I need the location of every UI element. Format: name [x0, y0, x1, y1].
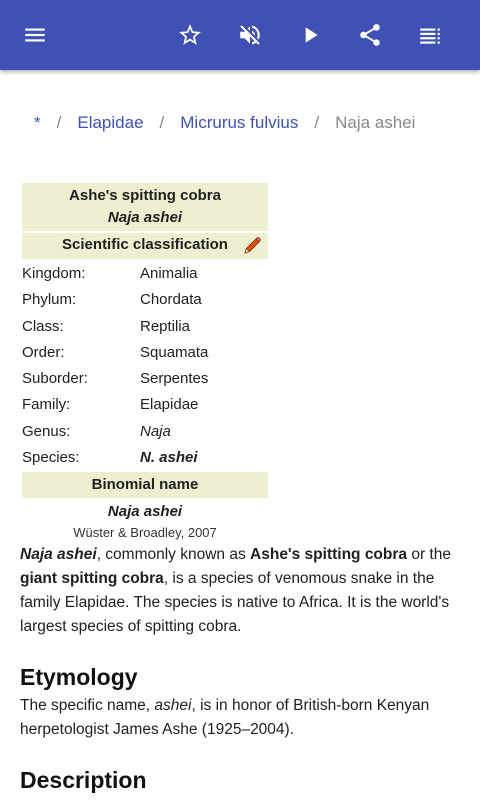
- classification-row: Order: Squamata: [22, 340, 268, 366]
- alternate-name: giant spitting cobra: [20, 570, 164, 587]
- rank-value: Serpentes: [140, 370, 209, 388]
- taxobox-header: Ashe's spitting cobra Naja ashei: [22, 183, 268, 231]
- common-name: Ashe's spitting cobra: [250, 546, 408, 563]
- classification-title: Scientific classification: [62, 236, 228, 253]
- species-name: Naja ashei: [20, 546, 97, 563]
- classification-row: Phylum: Chordata: [22, 287, 268, 313]
- classification-row: Kingdom: Animalia: [22, 261, 268, 287]
- rank-label: Class:: [22, 317, 64, 335]
- rank-label: Phylum:: [22, 291, 77, 309]
- intro-text: , commonly known as: [96, 546, 251, 563]
- breadcrumb-link-micrurus[interactable]: Micrurus fulvius: [180, 113, 298, 133]
- rank-value: Elapidae: [140, 396, 199, 414]
- rank-value: Squamata: [140, 343, 209, 361]
- rank-label: Order:: [22, 343, 65, 361]
- menu-button[interactable]: [15, 15, 55, 55]
- etymology-epithet: ashei: [154, 697, 192, 714]
- rank-label: Suborder:: [22, 370, 88, 388]
- taxobox-latin-name: Naja ashei: [107, 209, 183, 226]
- share-button[interactable]: [350, 15, 390, 55]
- breadcrumb-link-elapidae[interactable]: Elapidae: [77, 113, 143, 133]
- rank-label: Kingdom:: [22, 265, 86, 282]
- mute-button[interactable]: [230, 15, 270, 55]
- rank-label: Family:: [22, 396, 71, 414]
- etymology-paragraph: The specific name, ashei, is in honor of…: [20, 694, 465, 742]
- star-icon: [179, 24, 201, 45]
- breadcrumb: * / Elapidae / Micrurus fulvius / Naja ashei: [34, 113, 415, 133]
- section-heading-description: Description: [20, 767, 147, 793]
- edit-pencil-icon[interactable]: [242, 236, 262, 256]
- classification-row: Class: Reptilia: [22, 314, 268, 340]
- top-app-bar: [0, 0, 480, 70]
- rank-value: Reptilia: [140, 317, 191, 335]
- rank-label: Species:: [22, 449, 80, 467]
- menu-icon: [25, 28, 45, 42]
- taxobox-title: Ashe's spitting cobra: [69, 187, 221, 204]
- breadcrumb-separator: /: [56, 113, 62, 132]
- classification-row: Species: N. ashei: [22, 445, 268, 471]
- classification-header: Scientific classification: [22, 233, 268, 259]
- rank-value: Chordata: [140, 291, 202, 309]
- breadcrumb-link-root[interactable]: *: [34, 113, 41, 133]
- etymology-text: The specific name,: [20, 697, 155, 714]
- mute-icon: [240, 25, 260, 45]
- binomial-name: Naja ashei: [107, 503, 183, 521]
- favorite-button[interactable]: [170, 15, 210, 55]
- intro-text: or the: [407, 546, 451, 563]
- section-heading-etymology: Etymology: [20, 664, 138, 690]
- intro-paragraph: Naja ashei, commonly known as Ashe's spi…: [20, 543, 465, 639]
- taxobox: Ashe's spitting cobra Naja ashei Scienti…: [22, 183, 268, 544]
- rank-value: Animalia: [140, 265, 198, 282]
- classification-row: Family: Elapidae: [22, 392, 268, 418]
- playlist-icon: [420, 28, 440, 44]
- classification-row: Genus: Naja: [22, 419, 268, 445]
- breadcrumb-current: Naja ashei: [335, 113, 416, 132]
- rank-value: Naja: [140, 422, 171, 440]
- binomial-authority: Wüster & Broadley, 2007: [73, 525, 217, 541]
- share-icon: [360, 24, 380, 46]
- breadcrumb-separator: /: [314, 113, 320, 132]
- play-button[interactable]: [290, 15, 330, 55]
- binomial-header: Binomial name: [22, 472, 268, 499]
- breadcrumb-separator: /: [159, 113, 165, 132]
- classification-row: Suborder: Serpentes: [22, 366, 268, 392]
- classification-rows: Kingdom: Animalia Phylum: Chordata Class: R…: [22, 261, 268, 471]
- contents-button[interactable]: [410, 15, 450, 55]
- rank-label: Genus:: [22, 422, 71, 440]
- play-icon: [305, 27, 318, 43]
- rank-value: N. ashei: [140, 449, 198, 467]
